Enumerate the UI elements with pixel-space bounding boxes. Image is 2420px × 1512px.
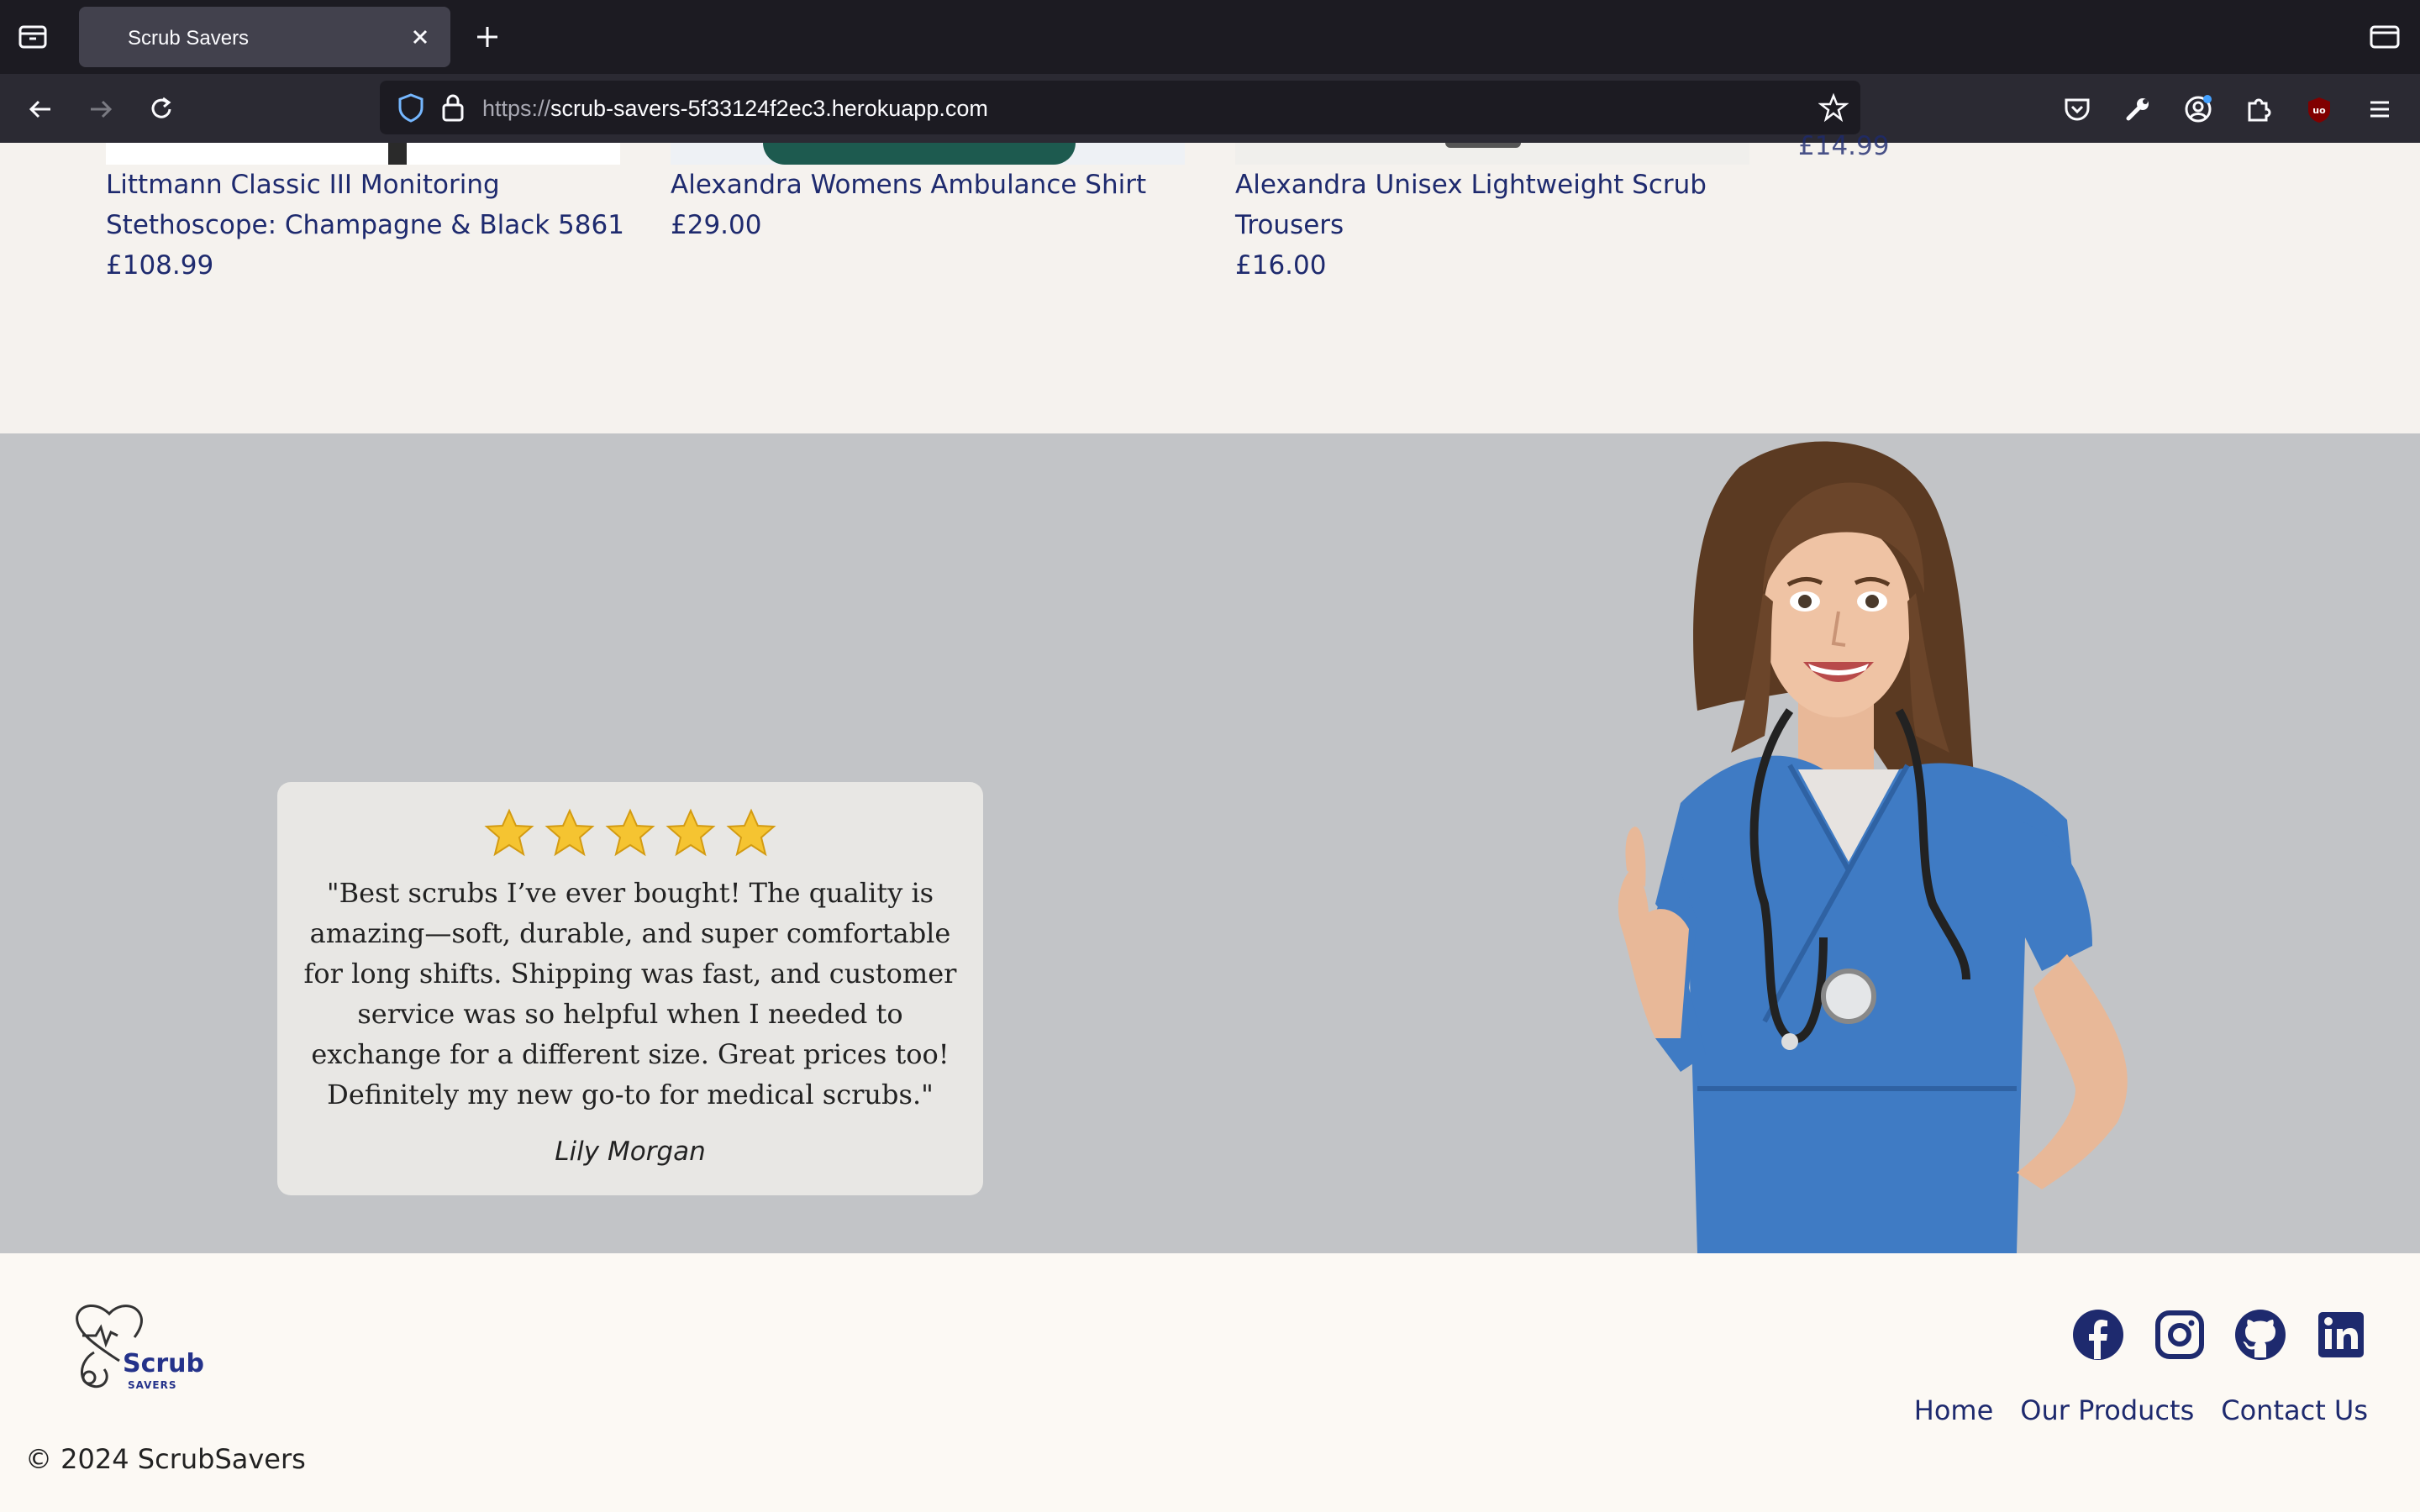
page-content: £14.99 Littmann Classic III Monitoring S… — [0, 131, 2420, 1512]
product-image[interactable] — [106, 143, 620, 165]
product-card[interactable]: Littmann Classic III Monitoring Stethosc… — [106, 165, 627, 286]
bookmark-star-icon[interactable] — [1818, 92, 1849, 127]
url-text: https://scrub-savers-5f33124f2ec3.heroku… — [482, 96, 988, 122]
svg-text:uo: uo — [2312, 105, 2326, 116]
product-price: £108.99 — [106, 250, 214, 281]
footer-link-home[interactable]: Home — [1914, 1394, 1994, 1426]
review-quote: "Best scrubs I’ve ever bought! The quali… — [303, 877, 957, 1110]
products-section: £14.99 Littmann Classic III Monitoring S… — [0, 131, 2420, 433]
product-name[interactable]: Alexandra Womens Ambulance Shirt — [671, 165, 1192, 205]
forward-arrow-icon[interactable] — [82, 91, 119, 128]
facebook-icon[interactable] — [2072, 1309, 2124, 1361]
url-host: scrub-savers-5f33124f2ec3.herokuapp.com — [550, 96, 988, 121]
product-card[interactable]: Alexandra Womens Ambulance Shirt £29.00 — [671, 165, 1192, 245]
product-price: £16.00 — [1235, 250, 1327, 281]
url-protocol: https:// — [482, 96, 551, 121]
product-name[interactable]: Alexandra Unisex Lightweight Scrub Trous… — [1235, 165, 1739, 245]
copyright-text: © 2024 ScrubSavers — [25, 1443, 306, 1475]
logo-text: Scrub — [123, 1349, 205, 1378]
nurse-photo — [1618, 441, 2128, 1253]
footer-link-products[interactable]: Our Products — [2020, 1394, 2194, 1426]
url-bar[interactable]: https://scrub-savers-5f33124f2ec3.heroku… — [380, 81, 1860, 134]
lock-icon[interactable] — [440, 92, 466, 127]
tools-wrench-icon[interactable] — [2119, 91, 2156, 128]
logo-subtext: SAVERS — [128, 1379, 177, 1391]
pocket-icon[interactable] — [2059, 91, 2096, 128]
star-icon — [544, 808, 595, 857]
github-icon[interactable] — [2234, 1309, 2286, 1361]
site-footer: Scrub SAVERS Home Our Products Contact U… — [0, 1253, 2420, 1512]
tab-title: Scrub Savers — [128, 27, 250, 50]
extensions-puzzle-icon[interactable] — [2240, 91, 2277, 128]
tab-overview-icon[interactable] — [17, 22, 50, 52]
window-icon[interactable] — [2368, 22, 2402, 52]
back-arrow-icon[interactable] — [22, 91, 59, 128]
account-icon[interactable] — [2180, 91, 2217, 128]
star-icon — [666, 808, 716, 857]
product-image[interactable] — [1235, 143, 1749, 165]
product-image[interactable] — [671, 143, 1185, 165]
tab-close-icon[interactable] — [405, 22, 435, 52]
review-card: "Best scrubs I’ve ever bought! The quali… — [277, 782, 983, 1195]
rating-stars — [277, 807, 983, 859]
star-icon — [484, 808, 534, 857]
star-icon — [605, 808, 655, 857]
tracking-shield-icon[interactable] — [397, 92, 425, 127]
product-name[interactable]: Littmann Classic III Monitoring Stethosc… — [106, 165, 627, 245]
menu-hamburger-icon[interactable] — [2361, 91, 2398, 128]
product-card[interactable]: Alexandra Unisex Lightweight Scrub Trous… — [1235, 165, 1739, 286]
browser-tab[interactable]: Scrub Savers — [79, 7, 450, 67]
browser-nav-bar: https://scrub-savers-5f33124f2ec3.heroku… — [0, 74, 2420, 143]
reviewer-name: Lily Morgan — [555, 1137, 706, 1167]
linkedin-icon[interactable] — [2315, 1309, 2367, 1361]
new-tab-plus-icon[interactable] — [471, 20, 504, 54]
testimonial-section: "Best scrubs I’ve ever bought! The quali… — [0, 433, 2420, 1253]
reload-icon[interactable] — [143, 91, 180, 128]
product-price: £14.99 — [1798, 131, 1890, 161]
footer-nav: Home Our Products Contact Us — [1914, 1394, 2368, 1426]
star-icon — [726, 808, 776, 857]
ublock-origin-icon[interactable]: uo — [2301, 91, 2338, 128]
product-price: £29.00 — [671, 210, 762, 240]
browser-tab-bar: Scrub Savers — [0, 0, 2420, 74]
instagram-icon[interactable] — [2154, 1309, 2206, 1361]
footer-link-contact[interactable]: Contact Us — [2221, 1394, 2368, 1426]
